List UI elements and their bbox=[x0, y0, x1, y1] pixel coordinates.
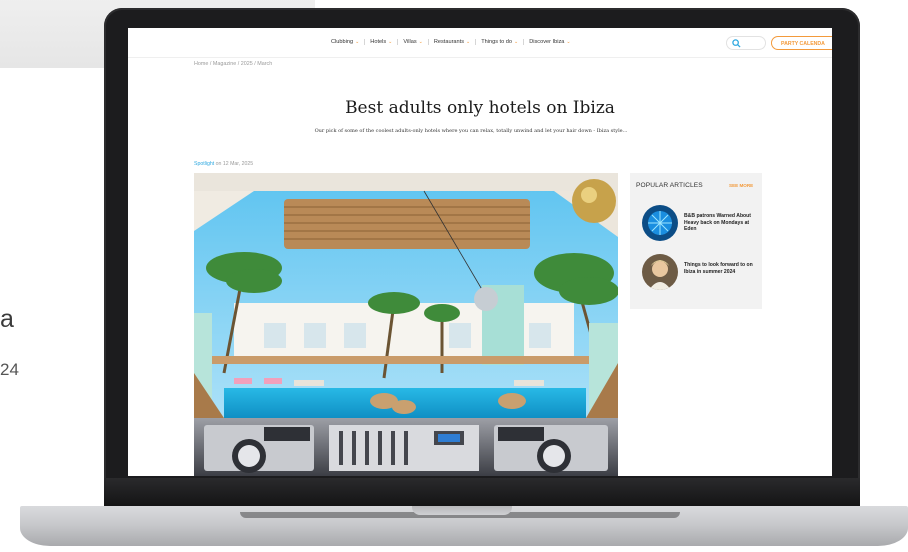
article-date: 12 Mar, 2025 bbox=[222, 161, 254, 167]
search-button[interactable] bbox=[726, 36, 766, 50]
laptop-opening-notch bbox=[412, 506, 512, 515]
nav-item-label: Villas bbox=[403, 39, 417, 45]
search-icon bbox=[732, 39, 741, 48]
popular-article-title: Things to look forward to on Ibiza in su… bbox=[684, 262, 753, 275]
chevron-down-icon: ⌄ bbox=[418, 39, 423, 45]
article-category-link[interactable]: Spotlight bbox=[194, 161, 214, 167]
chevron-down-icon: ⌄ bbox=[466, 39, 471, 45]
nav-item-restaurants[interactable]: Restaurants ⌄ bbox=[429, 39, 477, 45]
chevron-down-icon: ⌄ bbox=[355, 39, 360, 45]
background-text-number: 24 bbox=[0, 360, 19, 379]
article-title: Best adults only hotels on Ibiza bbox=[345, 98, 615, 118]
article-meta: Spotlight on 12 Mar, 2025 bbox=[194, 161, 253, 167]
chevron-down-icon: ⌄ bbox=[514, 39, 519, 45]
nav-item-villas[interactable]: Villas ⌄ bbox=[398, 39, 429, 45]
nav-item-hotels[interactable]: Hotels ⌄ bbox=[365, 39, 399, 45]
article-thumbnail bbox=[642, 254, 678, 290]
hero-image bbox=[194, 173, 618, 476]
nav-item-label: Things to do bbox=[481, 39, 513, 45]
background-text-letter: a bbox=[0, 305, 14, 333]
nav-item-discover-ibiza[interactable]: Discover Ibiza ⌄ bbox=[524, 39, 575, 45]
party-calendar-button[interactable]: PARTY CALENDA bbox=[771, 36, 832, 50]
nav-item-clubbing[interactable]: Clubbing ⌄ bbox=[326, 39, 366, 45]
article-date-prefix: on bbox=[214, 161, 223, 167]
popular-article-item[interactable]: Things to look forward to on Ibiza in su… bbox=[642, 254, 760, 290]
popular-articles-heading: POPULAR ARTICLES bbox=[636, 182, 703, 189]
hero-photo-pool-dj-booth bbox=[194, 173, 618, 476]
popular-article-title: B&B patrons Warned About Heavy back on M… bbox=[684, 213, 751, 233]
breadcrumb: Home / Magazine / 2025 / March bbox=[194, 61, 273, 67]
nav-item-label: Restaurants bbox=[433, 39, 465, 45]
chevron-down-icon: ⌄ bbox=[566, 39, 571, 45]
nav-item-things-to-do[interactable]: Things to do ⌄ bbox=[476, 39, 525, 45]
article-subtitle: Our pick of some of the coolest adults-o… bbox=[314, 128, 628, 134]
nav-item-label: Hotels bbox=[370, 39, 387, 45]
nav-item-label: Clubbing bbox=[331, 39, 354, 45]
site-nav: Clubbing ⌄ Hotels ⌄ Villas ⌄ Restaurants ⌄ T… bbox=[128, 28, 832, 58]
see-more-link[interactable]: SEE MORE bbox=[729, 183, 753, 188]
popular-articles-widget: POPULAR ARTICLES SEE MORE B&B patrons Wa… bbox=[630, 173, 762, 309]
article-thumbnail bbox=[642, 205, 678, 241]
laptop-screen: Clubbing ⌄ Hotels ⌄ Villas ⌄ Restaurants ⌄ T… bbox=[128, 28, 832, 476]
popular-article-item[interactable]: B&B patrons Warned About Heavy back on M… bbox=[642, 205, 760, 241]
chevron-down-icon: ⌄ bbox=[388, 39, 393, 45]
nav-item-label: Discover Ibiza bbox=[529, 39, 565, 45]
stage: a 24 Clubbing ⌄ Hotels ⌄ Villas ⌄ Restauran… bbox=[0, 0, 908, 552]
nav-menu: Clubbing ⌄ Hotels ⌄ Villas ⌄ Restaurants ⌄ T… bbox=[326, 39, 576, 45]
